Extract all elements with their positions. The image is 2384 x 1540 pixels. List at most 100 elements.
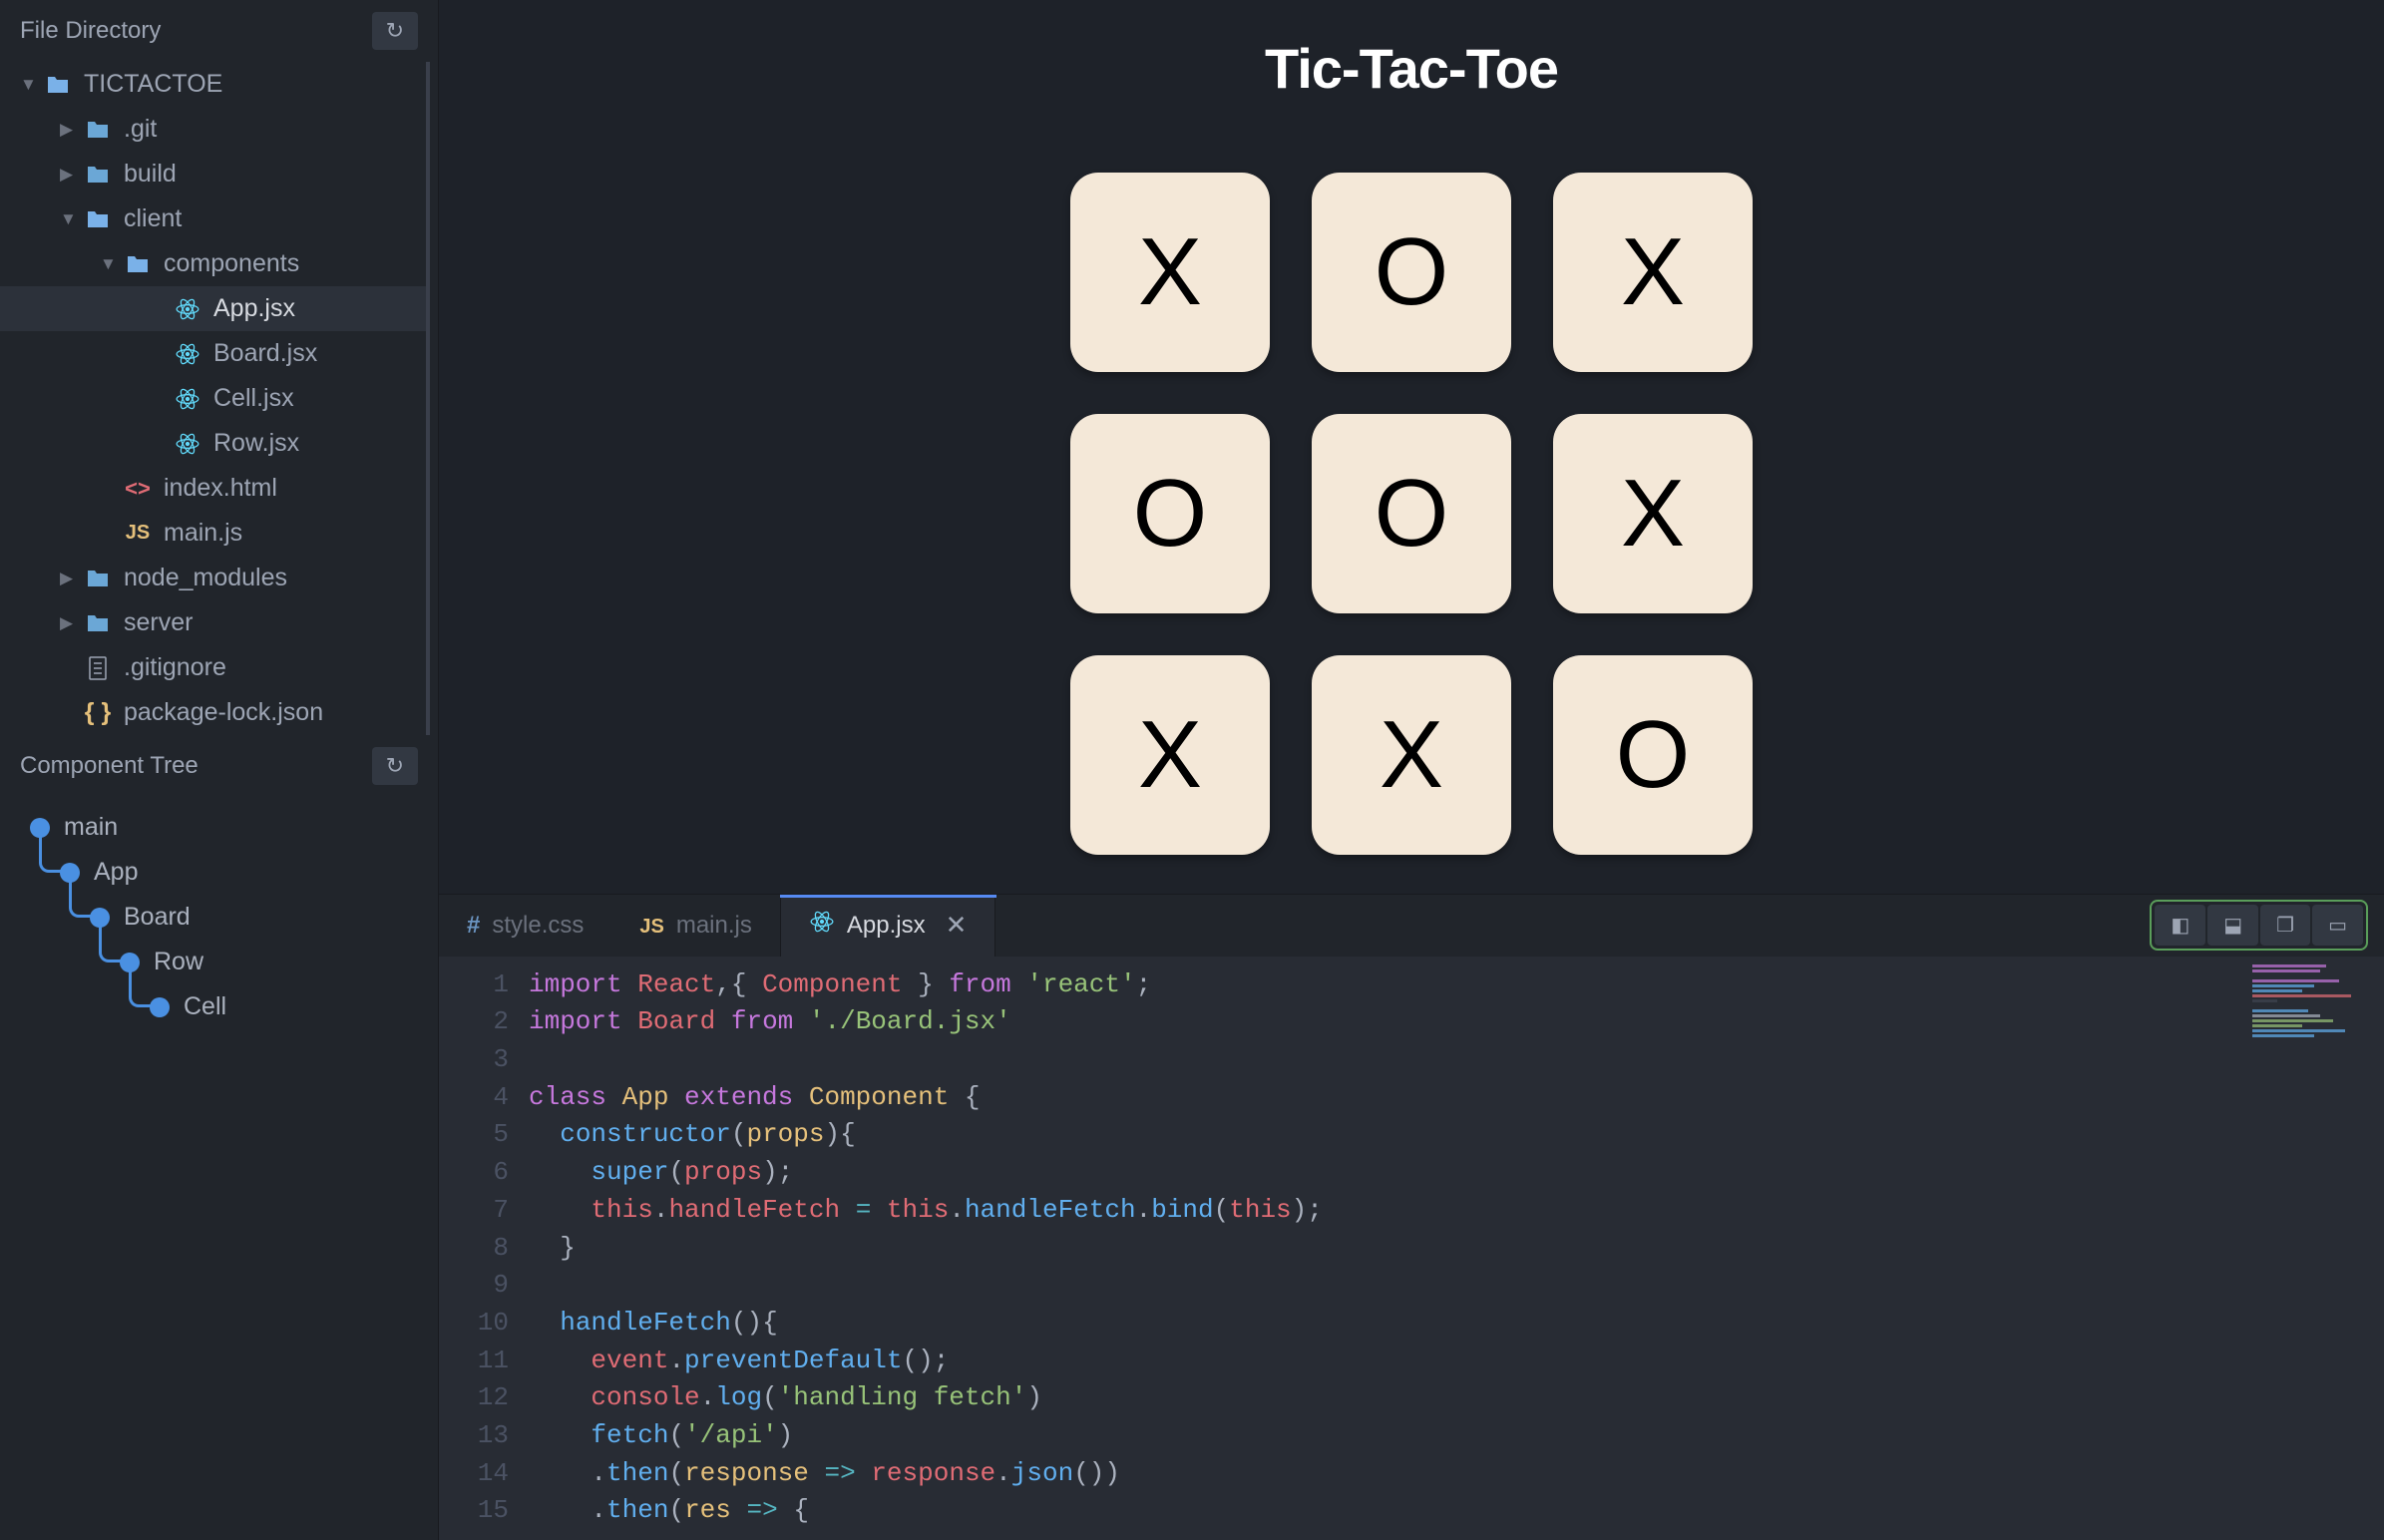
board-cell[interactable]: O (1070, 414, 1270, 613)
main-area: Tic-Tac-Toe XOXOOXXXO #style.cssJSmain.j… (439, 0, 2384, 1540)
file-tree-item[interactable]: node_modules (0, 556, 426, 600)
component-tree-item[interactable]: Board (0, 895, 438, 940)
code-content[interactable]: import React,{ Component } from 'react';… (529, 957, 2244, 1540)
component-tree-item[interactable]: Row (0, 940, 438, 984)
code-line[interactable]: event.preventDefault(); (529, 1343, 2244, 1380)
tree-item-label: main.js (164, 519, 242, 548)
file-tree-item[interactable]: client (0, 196, 426, 241)
layout-windows-icon: ❐ (2276, 915, 2294, 937)
editor-layout-controls: ◧ ⬓ ❐ ▭ (2150, 895, 2384, 957)
minimap-line (2252, 979, 2339, 982)
folder-icon (86, 569, 110, 588)
tree-item-label: Board.jsx (213, 339, 317, 368)
code-line[interactable]: console.log('handling fetch') (529, 1379, 2244, 1417)
react-icon (175, 296, 200, 322)
layout-windows-button[interactable]: ❐ (2260, 905, 2310, 946)
board-cell[interactable]: X (1312, 655, 1511, 855)
react-icon (809, 909, 835, 935)
file-tree-item[interactable]: .git (0, 107, 426, 152)
file-tree-item[interactable]: server (0, 600, 426, 645)
tree-item-icon (172, 341, 203, 367)
layout-split-bottom-button[interactable]: ⬓ (2207, 905, 2258, 946)
tree-connector-line (69, 868, 91, 918)
file-directory-refresh-button[interactable]: ↻ (372, 12, 418, 50)
file-tree-item[interactable]: <>index.html (0, 466, 426, 511)
tree-item-icon: { } (82, 698, 114, 727)
component-tree[interactable]: mainApp Board Row Cell (0, 797, 438, 1540)
file-tree-item[interactable]: { }package-lock.json (0, 690, 426, 735)
code-line[interactable]: .then(res => { (529, 1492, 2244, 1530)
component-label: Row (154, 948, 203, 976)
tree-item-icon (82, 656, 114, 680)
layout-full-icon: ▭ (2328, 915, 2347, 937)
file-tree-item[interactable]: build (0, 152, 426, 196)
file-tree-item[interactable]: components (0, 241, 426, 286)
folder-icon (86, 209, 110, 229)
sidebar: File Directory ↻ TICTACTOE.gitbuildclien… (0, 0, 439, 1540)
code-line[interactable]: .then(response => response.json()) (529, 1455, 2244, 1493)
file-tree-item[interactable]: Board.jsx (0, 331, 426, 376)
line-number: 7 (439, 1192, 509, 1230)
board-cell[interactable]: X (1070, 173, 1270, 372)
code-line[interactable]: } (529, 1230, 2244, 1268)
editor-tab[interactable]: #style.css (439, 895, 611, 957)
minimap-line (2252, 1019, 2333, 1022)
code-area[interactable]: 123456789101112131415 import React,{ Com… (439, 957, 2384, 1540)
file-tree-item[interactable]: TICTACTOE (0, 62, 426, 107)
line-number: 11 (439, 1343, 509, 1380)
code-line[interactable]: import Board from './Board.jsx' (529, 1003, 2244, 1041)
code-line[interactable]: import React,{ Component } from 'react'; (529, 966, 2244, 1004)
layout-split-left-button[interactable]: ◧ (2155, 905, 2205, 946)
minimap-line (2252, 1034, 2314, 1037)
component-node-dot-icon (150, 997, 170, 1017)
line-number: 5 (439, 1116, 509, 1154)
component-tree-item[interactable]: Cell (0, 984, 438, 1029)
minimap-line (2252, 964, 2326, 967)
folder-icon (86, 165, 110, 185)
line-number: 1 (439, 966, 509, 1004)
file-tree-item[interactable]: Cell.jsx (0, 376, 426, 421)
board-cell[interactable]: O (1312, 414, 1511, 613)
minimap-line (2252, 1009, 2308, 1012)
component-tree-item[interactable]: App (0, 850, 438, 895)
file-directory-header: File Directory ↻ (0, 0, 438, 62)
file-tree-item[interactable]: App.jsx (0, 286, 426, 331)
board-cell[interactable]: X (1070, 655, 1270, 855)
minimap-line (2252, 969, 2320, 972)
code-line[interactable] (529, 1041, 2244, 1079)
tree-arrow-icon (60, 165, 82, 185)
line-number: 4 (439, 1079, 509, 1117)
code-line[interactable]: handleFetch(){ (529, 1305, 2244, 1343)
code-line[interactable]: this.handleFetch = this.handleFetch.bind… (529, 1192, 2244, 1230)
minimap[interactable] (2244, 957, 2384, 1540)
file-tree-item[interactable]: JSmain.js (0, 511, 426, 556)
editor-tab[interactable]: JSmain.js (611, 895, 780, 957)
code-line[interactable]: fetch('/api') (529, 1417, 2244, 1455)
board-cell[interactable]: O (1553, 655, 1753, 855)
file-tree-item[interactable]: Row.jsx (0, 421, 426, 466)
file-tree[interactable]: TICTACTOE.gitbuildclientcomponentsApp.js… (0, 62, 430, 735)
preview-pane: Tic-Tac-Toe XOXOOXXXO (439, 0, 2384, 894)
layout-full-button[interactable]: ▭ (2312, 905, 2363, 946)
code-line[interactable]: super(props); (529, 1154, 2244, 1192)
board-cell[interactable]: X (1553, 173, 1753, 372)
file-tree-item[interactable]: .gitignore (0, 645, 426, 690)
close-icon[interactable]: ✕ (946, 910, 968, 941)
board-cell[interactable]: X (1553, 414, 1753, 613)
component-tree-item[interactable]: main (0, 805, 438, 850)
json-icon: { } (85, 698, 111, 727)
code-line[interactable]: class App extends Component { (529, 1079, 2244, 1117)
css-icon: # (467, 912, 480, 939)
board-cell[interactable]: O (1312, 173, 1511, 372)
code-line[interactable]: constructor(props){ (529, 1116, 2244, 1154)
component-tree-refresh-button[interactable]: ↻ (372, 747, 418, 785)
tree-item-icon (172, 431, 203, 457)
file-directory-title: File Directory (20, 17, 161, 45)
line-number-gutter: 123456789101112131415 (439, 957, 529, 1540)
editor-tab[interactable]: App.jsx✕ (780, 895, 996, 957)
preview-title: Tic-Tac-Toe (1265, 36, 1558, 101)
component-label: Board (124, 903, 191, 932)
folder-icon (86, 120, 110, 140)
code-line[interactable] (529, 1267, 2244, 1305)
tree-connector-line (99, 913, 121, 962)
